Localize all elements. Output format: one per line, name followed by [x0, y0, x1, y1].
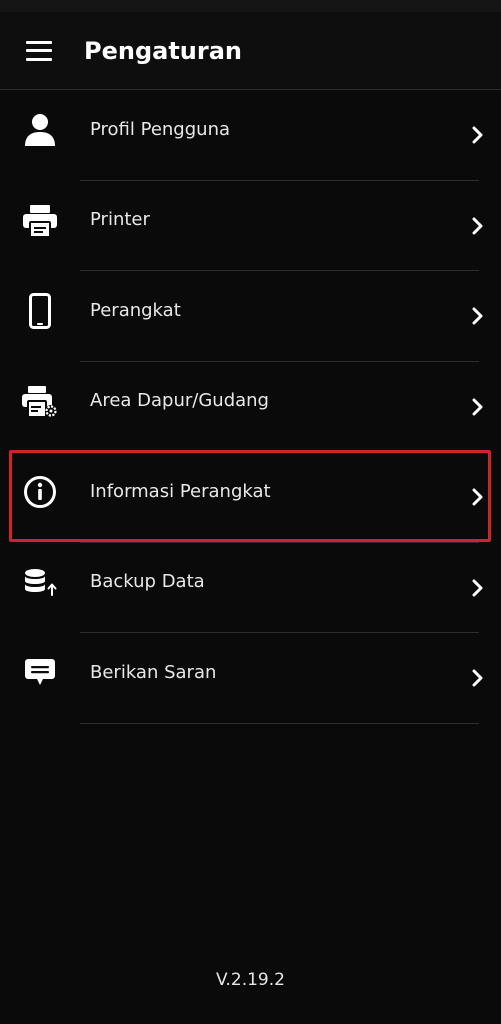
database-upload-icon: [25, 568, 57, 596]
settings-item-backup-data[interactable]: Backup Data: [0, 543, 501, 633]
settings-item-label: Profil Pengguna: [90, 118, 231, 140]
chevron-right-icon: [472, 126, 483, 144]
settings-item-label: Printer: [90, 209, 150, 231]
settings-item-label: Area Dapur/Gudang: [90, 390, 269, 412]
info-circle-icon: [24, 476, 56, 509]
status-bar: [0, 0, 501, 12]
settings-item-label: Informasi Perangkat: [90, 480, 271, 502]
settings-list: Profil Pengguna Printer Perangkat Area D…: [0, 90, 501, 724]
settings-item-informasi-perangkat[interactable]: Informasi Perangkat: [0, 452, 501, 543]
chevron-right-icon: [472, 217, 483, 235]
chevron-right-icon: [472, 488, 483, 506]
divider: [80, 722, 479, 724]
chevron-right-icon: [472, 669, 483, 687]
settings-item-label: Backup Data: [90, 571, 205, 593]
settings-item-profil-pengguna[interactable]: Profil Pengguna: [0, 90, 501, 181]
settings-item-label: Perangkat: [90, 299, 181, 321]
hamburger-menu-icon: [26, 40, 52, 61]
user-icon: [25, 114, 55, 147]
settings-item-perangkat[interactable]: Perangkat: [0, 271, 501, 362]
app-bar: Pengaturan: [0, 12, 501, 90]
settings-item-area-dapur-gudang[interactable]: Area Dapur/Gudang: [0, 362, 501, 452]
app-version: V.2.19.2: [216, 970, 285, 990]
chevron-right-icon: [472, 307, 483, 325]
menu-button[interactable]: [0, 12, 78, 90]
settings-item-label: Berikan Saran: [90, 661, 217, 683]
printer-settings-icon: [22, 385, 57, 418]
printer-icon: [23, 204, 57, 238]
chevron-right-icon: [472, 579, 483, 597]
settings-item-berikan-saran[interactable]: Berikan Saran: [0, 633, 501, 724]
feedback-message-icon: [25, 659, 55, 686]
chevron-right-icon: [472, 398, 483, 416]
smartphone-icon: [29, 293, 51, 330]
settings-item-printer[interactable]: Printer: [0, 181, 501, 271]
page-title: Pengaturan: [84, 36, 243, 65]
